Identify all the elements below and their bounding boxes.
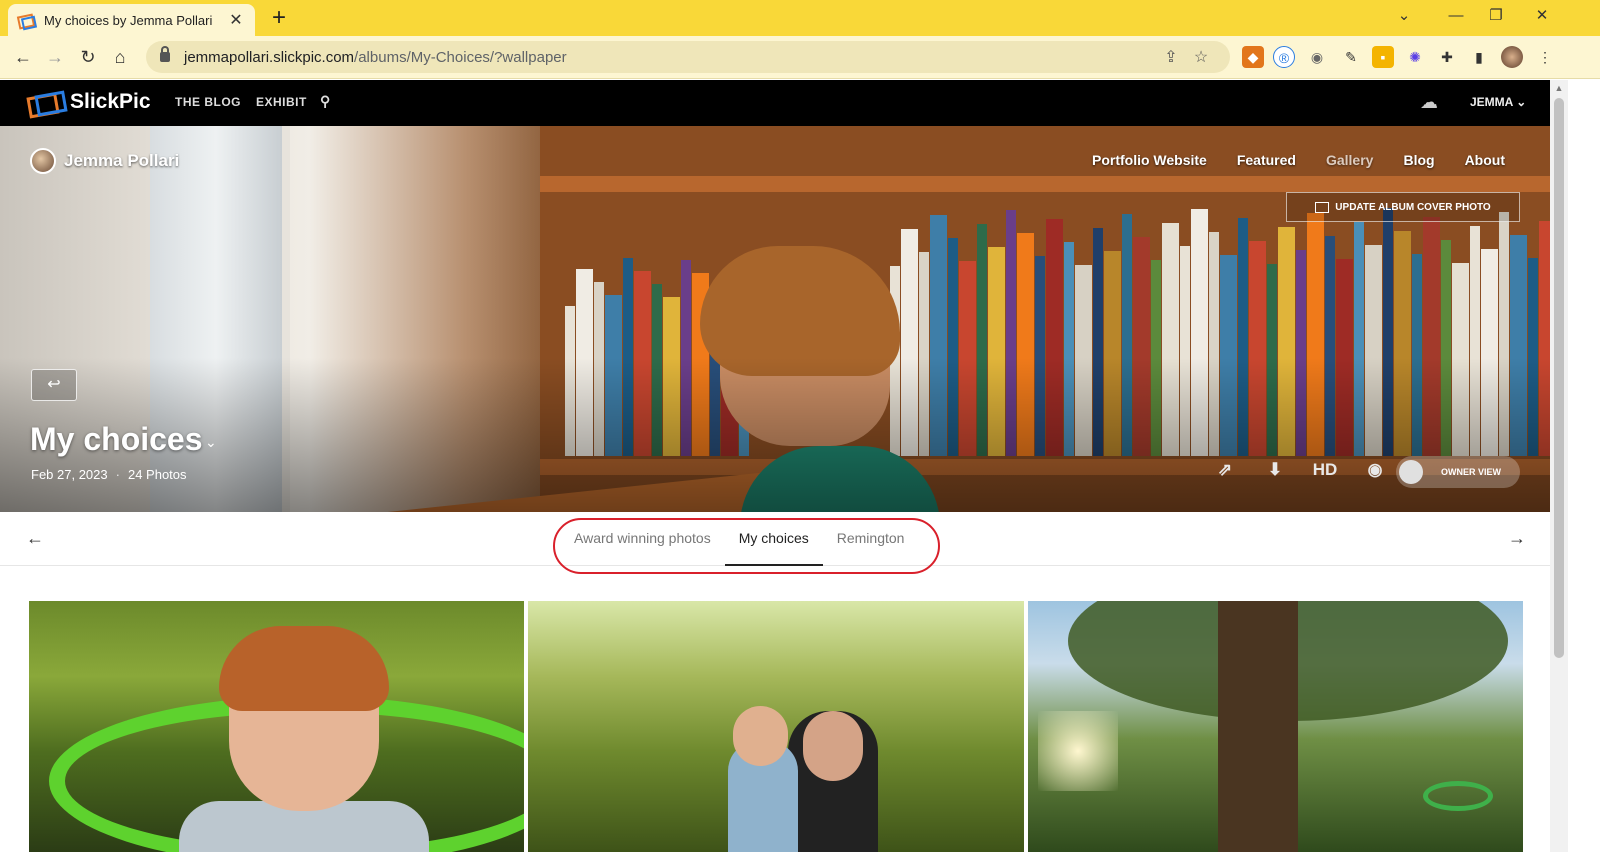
tab-title: My choices by Jemma Pollari (44, 12, 213, 28)
return-arrow-icon: ↩ (47, 376, 61, 393)
lock-icon (160, 46, 170, 62)
eye-icon[interactable]: ◉ (1350, 460, 1400, 480)
brand-name: SlickPic (70, 90, 151, 113)
photo-thumbnail[interactable] (1027, 601, 1523, 852)
kebab-menu-icon[interactable]: ⋮ (1534, 46, 1556, 68)
nav-exhibit[interactable]: EXHIBIT (256, 95, 307, 109)
toggle-knob (1399, 460, 1423, 484)
share-icon[interactable]: ⇪ (1156, 47, 1186, 67)
menu-about[interactable]: About (1465, 152, 1505, 168)
scroll-thumb[interactable] (1554, 98, 1564, 658)
forward-arrow-icon[interactable]: → (42, 44, 68, 70)
extension-r-icon[interactable]: ® (1273, 46, 1295, 68)
photo-thumbnail[interactable] (528, 601, 1024, 852)
sun-glow (1037, 711, 1118, 791)
search-icon[interactable]: ⚲ (320, 93, 331, 110)
menu-gallery[interactable]: Gallery (1326, 152, 1373, 168)
hd-toggle[interactable]: HD (1300, 460, 1350, 480)
menu-blog[interactable]: Blog (1403, 152, 1434, 168)
album-date: Feb 27, 2023 (31, 467, 108, 482)
next-album-arrow-icon[interactable]: → (1508, 528, 1526, 549)
back-button[interactable]: ↩ (31, 369, 77, 401)
owner-view-toggle[interactable]: OWNER VIEW (1396, 456, 1520, 488)
mother-head (803, 711, 864, 781)
tab-search-icon[interactable]: ⌄ (1384, 4, 1424, 28)
keep-extension-icon[interactable]: ▪ (1372, 46, 1394, 68)
child-head (733, 706, 789, 766)
owner-name: Jemma Pollari (64, 151, 180, 170)
slickpic-logo[interactable]: SlickPic (28, 90, 151, 114)
url-host: jemmapollari.slickpic.com (184, 48, 355, 66)
new-tab-button[interactable]: + (266, 5, 292, 31)
address-url[interactable]: jemmapollari.slickpic.com/albums/My-Choi… (184, 49, 1156, 66)
previous-album-arrow-icon[interactable]: ← (26, 528, 44, 549)
slickpic-logo-icon (28, 91, 62, 113)
reload-icon[interactable]: ↻ (75, 44, 101, 70)
album-title[interactable]: My choices (30, 421, 203, 458)
album-meta: Feb 27, 2023 · 24 Photos (31, 467, 187, 482)
minimize-button[interactable]: — (1436, 4, 1476, 28)
profile-avatar-icon[interactable] (1501, 46, 1523, 68)
portfolio-menu: Portfolio Website Featured Gallery Blog … (1092, 152, 1505, 168)
owner-avatar (30, 148, 56, 174)
photo-grid (29, 601, 1523, 852)
album-cover-hero: Jemma Pollari Portfolio Website Featured… (0, 126, 1550, 512)
owner-profile[interactable]: Jemma Pollari (30, 148, 179, 174)
slickpic-favicon-icon (18, 14, 34, 26)
share-icon[interactable]: ⇗ (1200, 460, 1250, 480)
page-scrollbar[interactable]: ▲ (1550, 80, 1568, 852)
album-dropdown-chevron-icon[interactable]: ⌄ (205, 434, 217, 451)
update-cover-label: UPDATE ALBUM COVER PHOTO (1335, 201, 1491, 213)
download-icon[interactable]: ⬇ (1250, 460, 1300, 480)
scroll-up-arrow-icon[interactable]: ▲ (1550, 80, 1568, 96)
menu-portfolio-website[interactable]: Portfolio Website (1092, 152, 1207, 168)
nav-the-blog[interactable]: THE BLOG (175, 95, 241, 109)
puzzle-extensions-icon[interactable]: ✚ (1436, 46, 1458, 68)
metamask-extension-icon[interactable]: ◆ (1242, 46, 1264, 68)
menu-featured[interactable]: Featured (1237, 152, 1296, 168)
back-arrow-icon[interactable]: ← (10, 44, 36, 70)
child-hair (219, 626, 389, 711)
pen-extension-icon[interactable]: ✎ (1340, 46, 1362, 68)
album-photo-count: 24 Photos (127, 467, 187, 482)
owner-view-label: OWNER VIEW (1441, 467, 1501, 477)
side-panel-icon[interactable]: ▮ (1468, 46, 1490, 68)
swing (1422, 781, 1493, 811)
tab-close-icon[interactable]: ✕ (227, 10, 245, 30)
cover-shade (0, 126, 1550, 512)
browser-toolbar: ← → ↻ ⌂ jemmapollari.slickpic.com/albums… (0, 36, 1600, 79)
update-cover-button[interactable]: UPDATE ALBUM COVER PHOTO (1286, 192, 1520, 222)
image-icon (1315, 201, 1330, 213)
home-icon[interactable]: ⌂ (107, 44, 133, 70)
site-navbar: SlickPic THE BLOG EXHIBIT ⚲ ☁ JEMMA ⌄ (0, 80, 1550, 126)
user-menu[interactable]: JEMMA ⌄ (1470, 95, 1526, 109)
bookmark-star-icon[interactable]: ☆ (1186, 47, 1216, 67)
close-window-button[interactable]: ✕ (1522, 4, 1562, 28)
restore-button[interactable]: ❐ (1476, 4, 1516, 28)
annotation-highlight-ring (553, 518, 940, 574)
browser-tab[interactable]: My choices by Jemma Pollari ✕ (8, 4, 255, 36)
tree-trunk (1217, 601, 1298, 852)
cloud-upload-icon[interactable]: ☁ (1420, 92, 1444, 112)
gear-extension-icon[interactable]: ✺ (1404, 46, 1426, 68)
url-path: /albums/My-Choices/?wallpaper (354, 48, 567, 66)
photo-thumbnail[interactable] (29, 601, 525, 852)
camera-extension-icon[interactable]: ◉ (1306, 46, 1328, 68)
album-tools: ⇗ ⬇ HD ◉ (1200, 460, 1400, 480)
meta-separator: · (115, 467, 120, 482)
album-tab-strip: ← Award winning photos My choices Reming… (0, 512, 1550, 574)
address-bar[interactable]: jemmapollari.slickpic.com/albums/My-Choi… (146, 41, 1230, 73)
browser-tabbar: My choices by Jemma Pollari ✕ + ⌄ — ❐ ✕ (0, 0, 1600, 36)
